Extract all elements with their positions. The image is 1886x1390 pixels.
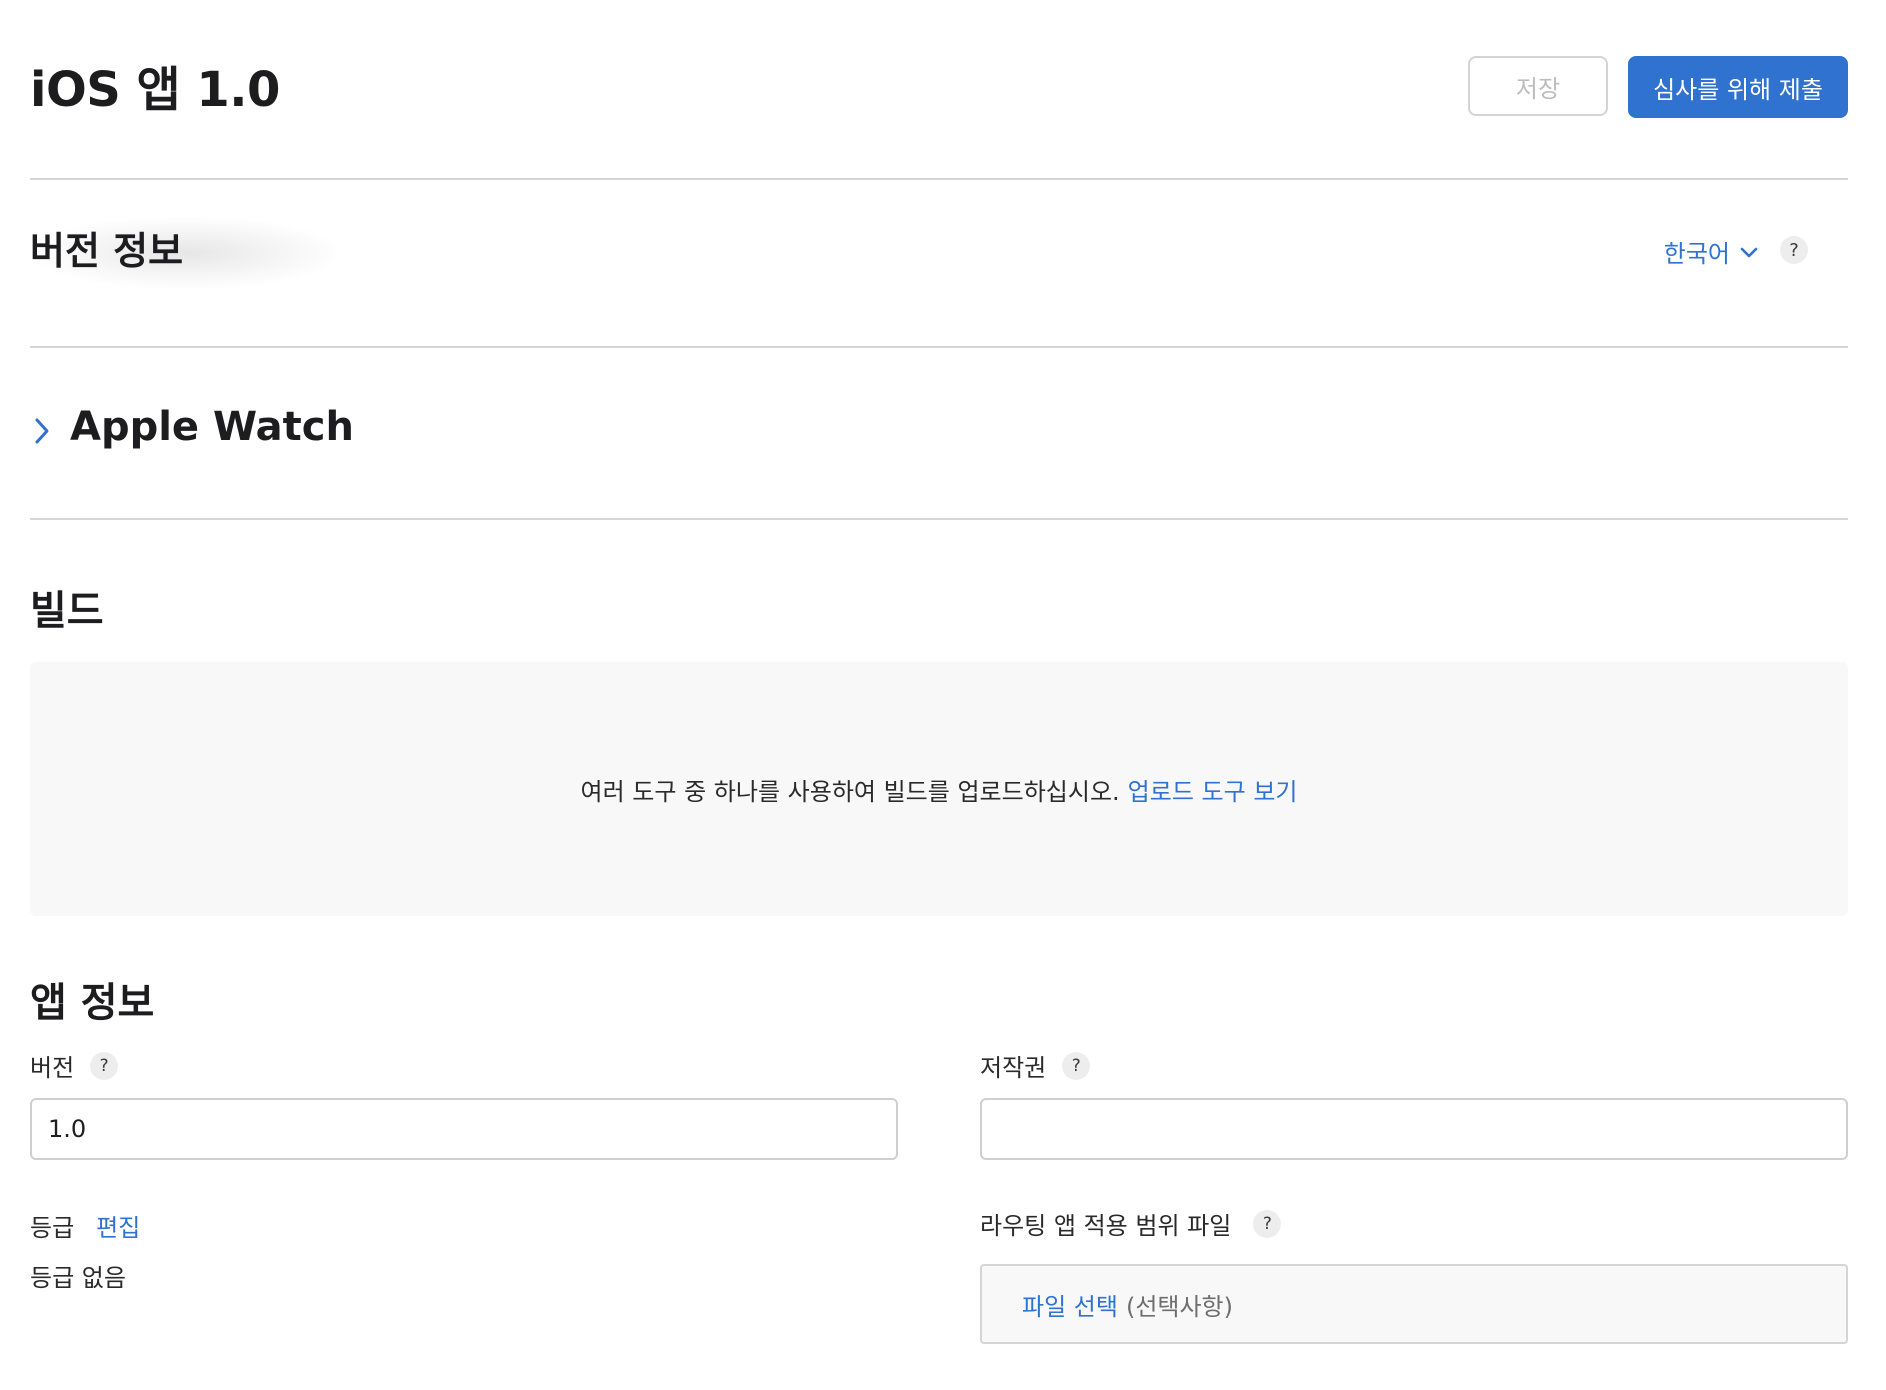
content: iOS 앱 1.0 저장 심사를 위해 제출 버전 정보 한국어 ? Apple…: [30, 0, 1848, 1388]
routing-help-icon[interactable]: ?: [1253, 1209, 1282, 1238]
copyright-help-icon[interactable]: ?: [1062, 1051, 1091, 1080]
view-upload-tools-link[interactable]: 업로드 도구 보기: [1128, 772, 1298, 807]
page-title: iOS 앱 1.0: [30, 62, 280, 118]
version-help-icon[interactable]: ?: [90, 1051, 119, 1080]
copyright-input[interactable]: [980, 1098, 1848, 1160]
language-label: 한국어: [1663, 240, 1730, 268]
apple-watch-title: Apple Watch: [70, 404, 354, 450]
save-button[interactable]: 저장: [1468, 56, 1608, 116]
build-upload-panel: 여러 도구 중 하나를 사용하여 빌드를 업로드하십시오. 업로드 도구 보기: [30, 662, 1848, 916]
build-title: 빌드: [30, 588, 104, 634]
rating-field-label: 등급 편집: [30, 1208, 140, 1243]
language-dropdown[interactable]: 한국어: [1664, 234, 1760, 269]
copyright-label-text: 저작권: [980, 1054, 1047, 1082]
version-info-section: 버전 정보 한국어 ?: [30, 180, 1848, 348]
version-input[interactable]: 1.0: [30, 1098, 898, 1160]
chevron-down-icon: [1740, 247, 1758, 257]
version-field-label: 버전 ?: [30, 1048, 119, 1083]
submit-for-review-button[interactable]: 심사를 위해 제출: [1628, 56, 1848, 118]
page: iOS 앱 1.0 저장 심사를 위해 제출 버전 정보 한국어 ? Apple…: [0, 0, 1886, 1390]
copyright-field-label: 저작권 ?: [980, 1048, 1091, 1083]
version-label-text: 버전: [30, 1054, 75, 1082]
optional-note: (선택사항): [1125, 1292, 1233, 1321]
rating-edit-link[interactable]: 편집: [96, 1208, 140, 1243]
app-info-section: 앱 정보 버전 ? 1.0 저작권 ? 등급 편집 등급 없음 라우팅 앱 적용…: [30, 918, 1848, 1388]
routing-field-label: 라우팅 앱 적용 범위 파일 ?: [980, 1206, 1282, 1241]
chevron-right-icon[interactable]: [30, 414, 54, 448]
app-info-title: 앱 정보: [30, 980, 155, 1026]
routing-file-picker[interactable]: 파일 선택 (선택사항): [980, 1264, 1848, 1344]
version-info-help-icon[interactable]: ?: [1780, 236, 1808, 264]
choose-file-link[interactable]: 파일 선택: [1022, 1287, 1118, 1322]
routing-label-text: 라우팅 앱 적용 범위 파일: [980, 1212, 1232, 1240]
rating-label-text: 등급: [30, 1214, 75, 1242]
apple-watch-section[interactable]: Apple Watch: [30, 348, 1848, 520]
rating-value: 등급 없음: [30, 1264, 126, 1292]
build-section: 빌드 여러 도구 중 하나를 사용하여 빌드를 업로드하십시오. 업로드 도구 …: [30, 520, 1848, 918]
page-header: iOS 앱 1.0 저장 심사를 위해 제출: [30, 0, 1848, 180]
build-message: 여러 도구 중 하나를 사용하여 빌드를 업로드하십시오.: [580, 777, 1120, 806]
version-info-title: 버전 정보: [30, 229, 184, 273]
